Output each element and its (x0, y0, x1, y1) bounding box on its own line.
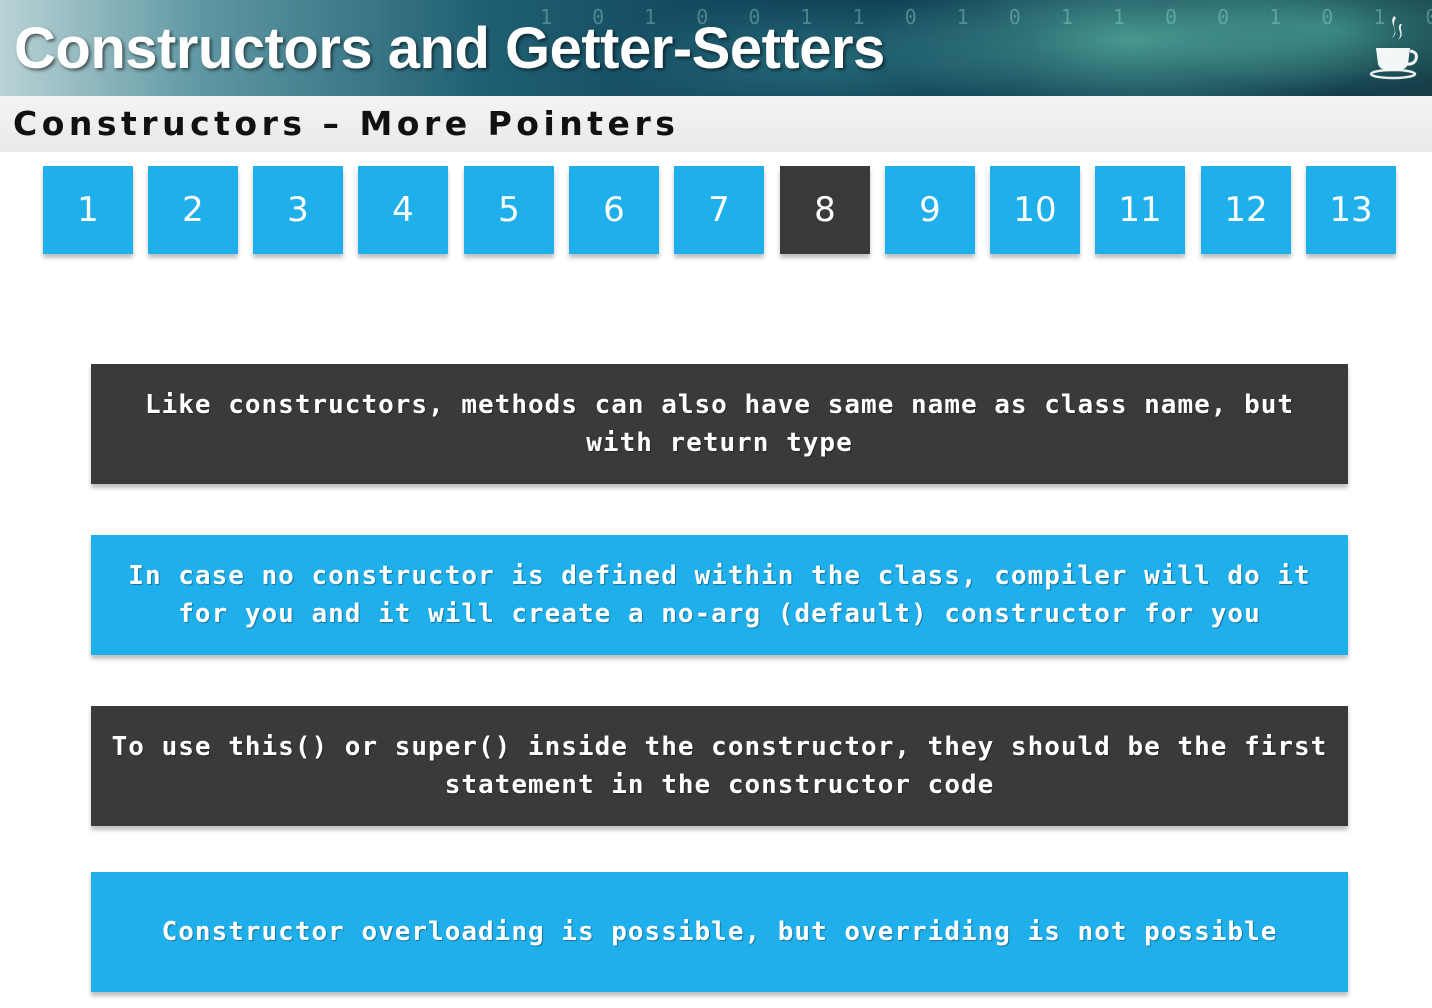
pointer-box-4: Constructor overloading is possible, but… (91, 872, 1348, 992)
page-title: Constructors and Getter-Setters (14, 16, 885, 81)
tab-page-13[interactable]: 13 (1306, 166, 1396, 254)
tab-page-1[interactable]: 1 (43, 166, 133, 254)
tab-page-3[interactable]: 3 (253, 166, 343, 254)
pointer-text-3: To use this() or super() inside the cons… (111, 732, 1328, 800)
tab-page-11[interactable]: 11 (1095, 166, 1185, 254)
header-banner: 1 0 1 0 0 1 1 0 1 0 1 1 0 0 1 0 1 0 1 0 … (0, 0, 1432, 96)
pointer-box-3: To use this() or super() inside the cons… (91, 706, 1348, 826)
tab-page-4[interactable]: 4 (358, 166, 448, 254)
section-subtitle: Constructors – More Pointers (13, 104, 680, 143)
tab-page-8-active[interactable]: 8 (780, 166, 870, 254)
tab-page-7[interactable]: 7 (674, 166, 764, 254)
tab-page-6[interactable]: 6 (569, 166, 659, 254)
tab-page-10[interactable]: 10 (990, 166, 1080, 254)
pointer-text-2: In case no constructor is defined within… (128, 561, 1311, 629)
tab-page-9[interactable]: 9 (885, 166, 975, 254)
tab-page-12[interactable]: 12 (1201, 166, 1291, 254)
tab-page-5[interactable]: 5 (464, 166, 554, 254)
page-tabs: 1 2 3 4 5 6 7 8 9 10 11 12 13 (43, 166, 1403, 258)
pointer-text-1: Like constructors, methods can also have… (144, 390, 1295, 458)
java-coffee-cup-icon (1369, 16, 1418, 80)
subtitle-bar: Constructors – More Pointers (0, 96, 1432, 152)
tab-page-2[interactable]: 2 (148, 166, 238, 254)
pointer-box-2: In case no constructor is defined within… (91, 535, 1348, 655)
pointer-box-1: Like constructors, methods can also have… (91, 364, 1348, 484)
pointer-text-4: Constructor overloading is possible, but… (161, 917, 1278, 947)
slide: 1 0 1 0 0 1 1 0 1 0 1 1 0 0 1 0 1 0 1 0 … (0, 0, 1432, 1008)
